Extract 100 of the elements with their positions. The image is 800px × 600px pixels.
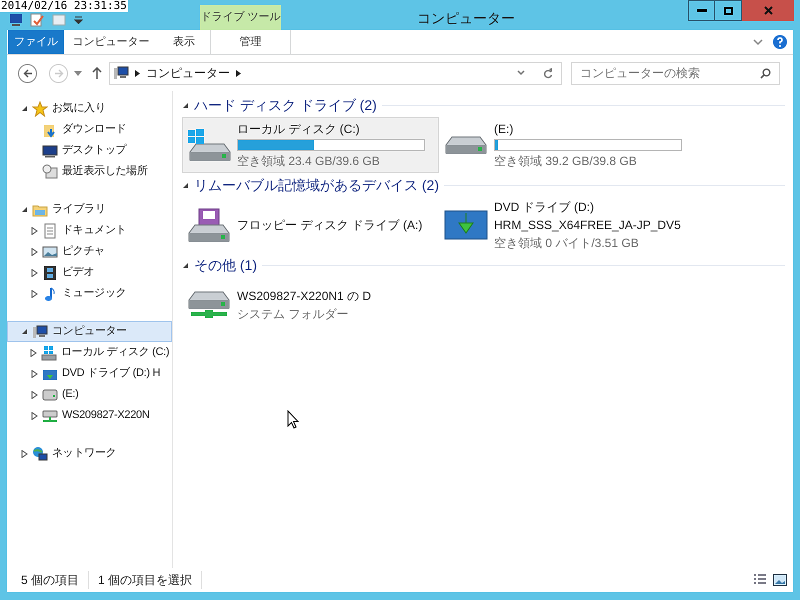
- drive-name: (E:): [494, 121, 514, 138]
- mouse-cursor-icon: [287, 410, 299, 429]
- tree-item[interactable]: ピクチャ: [7, 241, 172, 262]
- breadcrumb[interactable]: コンピューター: [146, 64, 230, 82]
- collapsed-arrow-icon[interactable]: [30, 412, 38, 420]
- window-title: コンピューター: [417, 9, 515, 28]
- maximize-button[interactable]: [715, 0, 742, 21]
- back-arrow-icon: [22, 68, 32, 78]
- dropdown-icon[interactable]: [74, 70, 82, 76]
- minimize-button[interactable]: [688, 0, 715, 21]
- search-input[interactable]: コンピューターの検索: [580, 64, 760, 82]
- collapsed-arrow-icon[interactable]: [20, 450, 28, 458]
- selection-count: 1 個の項目を選択: [89, 571, 202, 589]
- forward-arrow-icon: [54, 68, 64, 78]
- item-count: 5 個の項目: [21, 571, 90, 589]
- tree-item[interactable]: ビデオ: [7, 262, 172, 283]
- file-tab[interactable]: ファイル: [8, 30, 64, 54]
- tree-item[interactable]: ミュージック: [7, 283, 172, 304]
- search-icon: [760, 68, 771, 78]
- tree-item[interactable]: ライブラリ: [7, 199, 172, 220]
- ribbon-tab[interactable]: 管理: [210, 30, 291, 54]
- tree-item[interactable]: デスクトップ: [7, 140, 172, 161]
- tree-item[interactable]: ダウンロード: [7, 119, 172, 140]
- ribbon-tab[interactable]: 表示: [158, 30, 210, 54]
- chevron-down-icon[interactable]: [753, 38, 763, 46]
- context-tab-header: ドライブ ツール: [200, 5, 281, 30]
- expanded-arrow-icon[interactable]: [182, 102, 189, 108]
- expanded-arrow-icon[interactable]: [20, 105, 28, 112]
- drive-name: WS209827-X220N1 の D: [237, 288, 372, 305]
- ribbon-tab[interactable]: コンピューター: [64, 30, 158, 54]
- expanded-arrow-icon[interactable]: [182, 262, 189, 268]
- back-button[interactable]: [18, 64, 37, 82]
- computer-icon: [113, 65, 129, 81]
- expanded-arrow-icon[interactable]: [20, 206, 28, 213]
- breadcrumb-arrow-icon[interactable]: [236, 70, 241, 76]
- drive-tile[interactable]: DVD ドライブ (D:) HRM_SSS_X64FREE_JA-JP_DV5 空き領域 0 バイト/3.51 GB: [439, 197, 696, 253]
- tree-item[interactable]: ローカル ディスク (C:): [7, 342, 172, 363]
- drive-detail: システム フォルダー: [237, 306, 350, 323]
- tree-item[interactable]: ネットワーク: [7, 443, 172, 464]
- computer-icon[interactable]: [8, 14, 22, 26]
- hard-drive-icon: [42, 386, 58, 402]
- address-bar[interactable]: コンピューター: [109, 62, 562, 84]
- hard-drive-icon: [41, 344, 57, 360]
- timestamp: 2014/02/16 23:31:35: [0, 0, 128, 12]
- tree-item[interactable]: WS209827-X220N: [7, 405, 172, 426]
- network-drive-icon: [188, 291, 230, 319]
- collapsed-arrow-icon[interactable]: [30, 226, 38, 234]
- dropdown-icon[interactable]: [74, 16, 83, 24]
- expanded-arrow-icon[interactable]: [182, 182, 189, 188]
- network-drive-icon: [42, 408, 58, 424]
- help-icon[interactable]: [773, 35, 787, 49]
- chevron-down-icon[interactable]: [517, 70, 525, 76]
- film-icon: [42, 264, 58, 280]
- close-button[interactable]: [742, 0, 794, 21]
- expanded-arrow-icon[interactable]: [20, 328, 28, 335]
- collapsed-arrow-icon[interactable]: [30, 268, 38, 276]
- tree-item[interactable]: DVD ドライブ (D:) H: [7, 363, 172, 384]
- drive-name: DVD ドライブ (D:): [494, 199, 595, 216]
- tree-item[interactable]: 最近表示した場所: [7, 161, 172, 182]
- recent-places-icon: [42, 164, 58, 180]
- desktop-icon: [42, 142, 58, 158]
- collapsed-arrow-icon[interactable]: [30, 390, 38, 398]
- up-arrow-icon[interactable]: [92, 67, 102, 79]
- drive-tile[interactable]: WS209827-X220N1 の D システム フォルダー: [182, 277, 439, 333]
- breadcrumb-arrow-icon[interactable]: [135, 70, 140, 76]
- properties-icon[interactable]: [30, 13, 44, 27]
- drive-tile[interactable]: ローカル ディスク (C:) 空き領域 23.4 GB/39.6 GB: [182, 117, 439, 173]
- network-icon: [32, 446, 48, 462]
- group-header[interactable]: その他 (1): [194, 254, 257, 276]
- tree-item[interactable]: コンピューター: [7, 321, 172, 342]
- tree-item[interactable]: (E:): [7, 384, 172, 405]
- search-field[interactable]: コンピューターの検索: [571, 62, 780, 84]
- large-icons-view-icon[interactable]: [773, 574, 787, 586]
- collapsed-arrow-icon[interactable]: [30, 248, 38, 256]
- drive-detail: HRM_SSS_X64FREE_JA-JP_DV5: [494, 217, 682, 234]
- drive-detail: 空き領域 39.2 GB/39.8 GB: [494, 153, 638, 170]
- drive-detail: 空き領域 0 バイト/3.51 GB: [494, 235, 640, 252]
- tree-item[interactable]: お気に入り: [7, 98, 172, 119]
- drive-tile[interactable]: (E:) 空き領域 39.2 GB/39.8 GB: [439, 117, 696, 173]
- close-icon: [764, 6, 772, 15]
- document-icon: [42, 222, 58, 238]
- floppy-drive-icon: [188, 208, 230, 242]
- group-header[interactable]: ハード ディスク ドライブ (2): [194, 94, 377, 116]
- dvd-drive-icon: [444, 210, 488, 240]
- collapsed-arrow-icon[interactable]: [30, 348, 37, 356]
- star-icon: [32, 100, 48, 116]
- details-view-icon[interactable]: [753, 574, 767, 586]
- picture-icon: [42, 244, 58, 260]
- tree-item[interactable]: ドキュメント: [7, 220, 172, 241]
- group-header[interactable]: リムーバブル記憶域があるデバイス (2): [194, 174, 439, 196]
- drive-name: フロッピー ディスク ドライブ (A:): [237, 217, 424, 234]
- hard-drive-icon: [445, 136, 487, 154]
- refresh-icon[interactable]: [543, 68, 553, 78]
- collapsed-arrow-icon[interactable]: [30, 370, 38, 378]
- collapsed-arrow-icon[interactable]: [30, 290, 38, 298]
- hard-drive-icon: [186, 128, 232, 162]
- drive-name: ローカル ディスク (C:): [237, 121, 361, 138]
- drive-tile[interactable]: フロッピー ディスク ドライブ (A:): [182, 197, 439, 253]
- drive-detail: 空き領域 23.4 GB/39.6 GB: [237, 153, 381, 170]
- computer-icon: [32, 324, 48, 340]
